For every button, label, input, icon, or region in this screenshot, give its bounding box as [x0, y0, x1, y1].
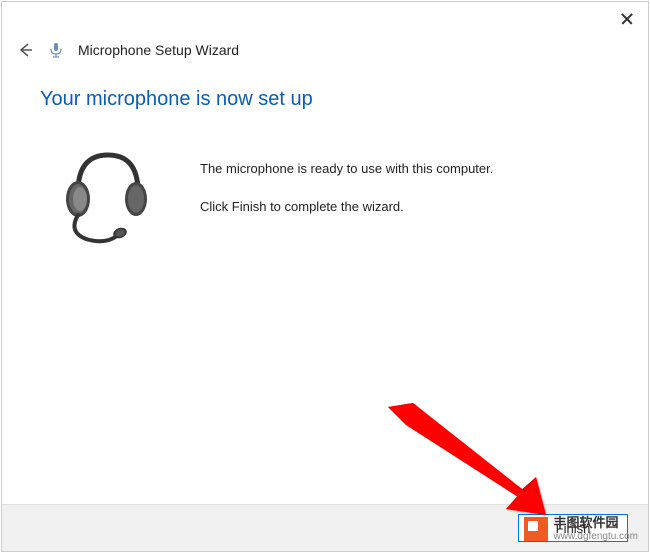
content-area: Your microphone is now set up The microp…	[2, 60, 648, 252]
window-header: Microphone Setup Wizard	[2, 2, 648, 60]
back-arrow-icon[interactable]	[16, 41, 34, 59]
watermark-main: 丰图软件园	[554, 515, 639, 531]
close-icon[interactable]	[620, 12, 634, 26]
watermark: 丰图软件园 www.dgfengtu.com	[524, 515, 639, 543]
headset-icon	[58, 147, 148, 252]
window-title: Microphone Setup Wizard	[78, 42, 239, 58]
page-heading: Your microphone is now set up	[40, 88, 648, 111]
watermark-logo-icon	[524, 517, 548, 541]
body-row: The microphone is ready to use with this…	[40, 147, 648, 252]
microphone-icon	[46, 40, 66, 60]
watermark-sub: www.dgfengtu.com	[554, 531, 639, 543]
body-text: The microphone is ready to use with this…	[200, 147, 493, 234]
body-line-1: The microphone is ready to use with this…	[200, 159, 493, 179]
body-line-2: Click Finish to complete the wizard.	[200, 197, 493, 217]
wizard-window: Microphone Setup Wizard Your microphone …	[1, 1, 649, 552]
watermark-text: 丰图软件园 www.dgfengtu.com	[554, 515, 639, 543]
annotation-arrow	[378, 397, 558, 517]
